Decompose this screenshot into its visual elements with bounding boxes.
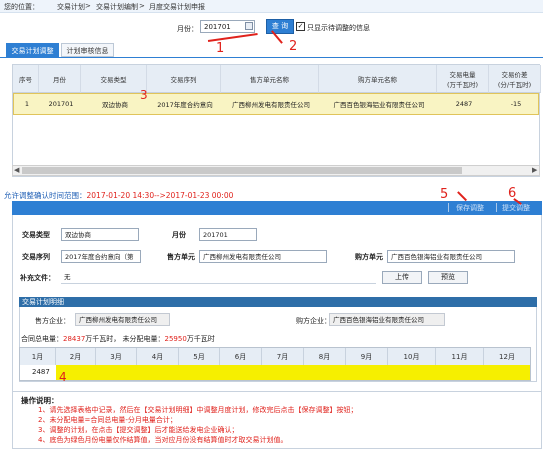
unallocated-label: 未分配电量： — [122, 335, 165, 343]
contract-label: 合同总电量： — [21, 335, 63, 343]
only-pending-checkbox[interactable]: ✓ — [296, 22, 305, 31]
cell-quantity: 2487 — [455, 100, 473, 108]
column-header: 购方单元名称 — [319, 65, 437, 93]
instruction-item: 2、未分配电量=合同总电量-分月电量合计； — [38, 416, 177, 424]
month-header: 12月 — [499, 352, 515, 361]
tab-plan-adjust[interactable]: 交易计划调整 — [6, 43, 59, 57]
month-header: 5月 — [179, 348, 220, 365]
trade-seq-field[interactable]: 2017年度合约意向（第 — [61, 250, 141, 263]
month-value-row[interactable] — [56, 365, 530, 380]
range-value: 2017-01-20 14:30-->2017-01-23 00:00 — [86, 191, 234, 200]
trade-type-field[interactable]: 双边协商 — [61, 228, 139, 241]
attach-field: 无 — [61, 271, 376, 284]
calendar-icon[interactable] — [245, 22, 253, 30]
toolbar-separator — [448, 203, 449, 212]
scroll-left-icon[interactable]: ◀ — [14, 166, 19, 174]
only-pending-label: 只显示待调整的信息 — [307, 24, 370, 32]
cell-month: 201701 — [48, 100, 74, 108]
annotation-1: 1 — [216, 41, 225, 56]
cell-trade-type: 双边协商 — [102, 101, 128, 109]
cell-price-diff: -15 — [510, 100, 522, 108]
tab-audit-info[interactable]: 计划审核信息 — [61, 43, 114, 57]
annotation-4: 4 — [59, 370, 67, 384]
location-label: 您的位置： — [4, 3, 39, 11]
annotation-5: 5 — [440, 187, 449, 202]
unit-label: 万千瓦时， — [85, 335, 121, 343]
breadcrumb-item-monthly: 月度交易计划申报 — [149, 3, 205, 11]
trade-seq-label: 交易序列 — [22, 253, 50, 261]
attach-label: 补充文件： — [20, 274, 55, 282]
buyer-label: 购方单元 — [355, 253, 383, 261]
breadcrumb-item-plan[interactable]: 交易计划 — [57, 2, 85, 12]
detail-buyer-label: 购方企业： — [296, 317, 331, 325]
seller-label: 售方单元 — [167, 253, 195, 261]
cell-trade-seq: 2017年度合约意向 — [157, 101, 213, 109]
month-filter-label: 月份： — [177, 25, 198, 33]
month-field[interactable]: 201701 — [199, 228, 257, 241]
month-header: 1月 — [20, 348, 56, 365]
month-header: 6月 — [220, 348, 262, 365]
upload-button[interactable]: 上传 — [382, 271, 422, 284]
column-header: 交易价差 (分/千瓦时) — [489, 65, 541, 93]
toolbar-separator — [496, 203, 497, 212]
annotation-3: 3 — [140, 88, 148, 102]
column-header: 月份 — [39, 65, 81, 93]
cell-index: 1 — [24, 100, 30, 108]
detail-buyer-field: 广西百色银海铝业有限责任公司 — [329, 313, 445, 326]
detail-seller-field: 广西柳州发电有限责任公司 — [75, 313, 170, 326]
annotation-2: 2 — [289, 39, 298, 54]
instruction-item: 3、调整的计划，在点击【提交调整】后才能送给发电企业确认； — [38, 426, 239, 434]
breadcrumb-item-compile[interactable]: 交易计划编制 — [96, 2, 138, 12]
cell-seller: 广西柳州发电有限责任公司 — [232, 101, 310, 109]
month-header: 4月 — [137, 348, 179, 365]
column-header: 售方单元名称 — [221, 65, 319, 93]
quantity-summary: 合同总电量：28437万千瓦时， 未分配电量：25950万千瓦时 — [21, 334, 215, 344]
annotation-arrow — [457, 191, 468, 201]
month-header: 11月 — [436, 348, 484, 365]
breadcrumb-separator: > — [85, 2, 91, 10]
save-adjust-button[interactable]: 保存调整 — [456, 203, 484, 213]
column-header: 交易电量 (万千瓦时) — [437, 65, 489, 93]
detail-title: 交易计划明细 — [19, 297, 537, 307]
instruction-item: 1、请先选择表格中记录，然后在【交易计划明细】中调整月度计划，修改完后点击【保存… — [38, 406, 358, 414]
submit-adjust-button[interactable]: 提交调整 — [502, 203, 530, 213]
table-row[interactable]: 1 201701 双边协商 2017年度合约意向 广西柳州发电有限责任公司 广西… — [13, 93, 539, 115]
scrollbar-thumb[interactable] — [22, 167, 462, 174]
breadcrumb-separator: > — [139, 2, 145, 10]
seller-field[interactable]: 广西柳州发电有限责任公司 — [199, 250, 327, 263]
buyer-field[interactable]: 广西百色银海铝业有限责任公司 — [387, 250, 515, 263]
query-button[interactable]: 查 询 — [266, 19, 294, 34]
instruction-item: 4、底色为绿色月份电量仅作结算值，当对应月份没有结算值时才取交易计划值。 — [38, 436, 288, 444]
month-header: 9月 — [346, 348, 388, 365]
plan-table: 序号 月份 交易类型 交易序列 售方单元名称 购方单元名称 交易电量 (万千瓦时… — [12, 64, 541, 177]
adjust-time-range: 允许调整确认时间范围：2017-01-20 14:30-->2017-01-23… — [4, 190, 233, 201]
preview-button[interactable]: 预览 — [428, 271, 468, 284]
month-header: 7月 — [262, 348, 304, 365]
month-label: 月份 — [172, 231, 186, 239]
month-header: 8月 — [304, 348, 346, 365]
unallocated-value: 25950 — [164, 335, 187, 343]
month-header: 10月 — [388, 348, 436, 365]
contract-value: 28437 — [63, 335, 86, 343]
tab-underline — [0, 57, 543, 58]
column-header: 交易类型 — [81, 65, 147, 93]
trade-type-label: 交易类型 — [22, 231, 50, 239]
month-header-row: 1月 2月 3月 4月 5月 6月 7月 8月 9月 10月 11月 12月 — [20, 348, 530, 365]
unit-label: 万千瓦时 — [186, 335, 215, 343]
month-header: 2月 — [56, 348, 96, 365]
range-label: 允许调整确认时间范围： — [4, 191, 87, 200]
cell-buyer: 广西百色银海铝业有限责任公司 — [333, 101, 425, 109]
scroll-right-icon[interactable]: ▶ — [532, 166, 537, 174]
month-header: 3月 — [96, 348, 137, 365]
column-header: 交易序列 — [147, 65, 221, 93]
column-header: 序号 — [13, 65, 39, 93]
breadcrumb: 您的位置： 交易计划 > 交易计划编制 > 月度交易计划申报 — [0, 0, 543, 13]
month-value-cell-1[interactable]: 2487 — [20, 365, 56, 380]
detail-seller-label: 售方企业： — [35, 317, 70, 325]
